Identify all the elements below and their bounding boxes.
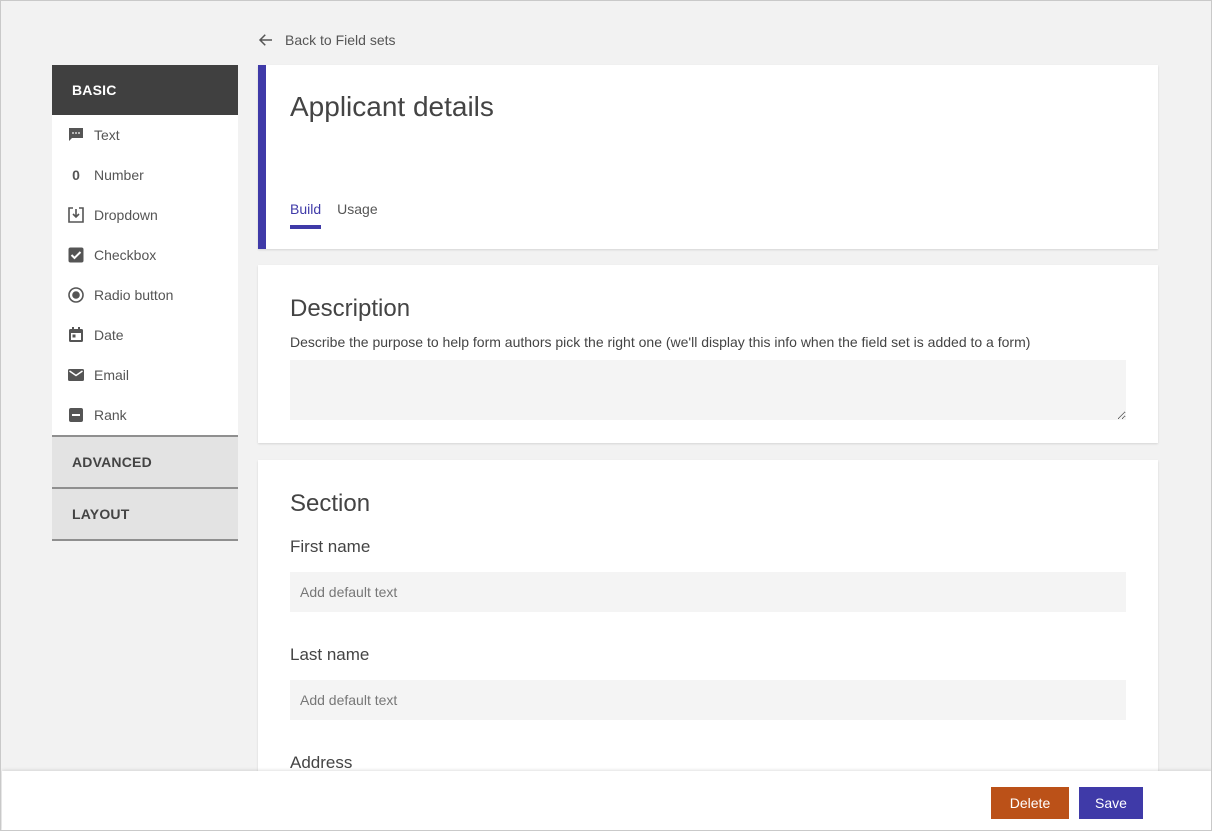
- field-item-text[interactable]: Text: [52, 115, 238, 155]
- calendar-icon: [67, 326, 85, 344]
- category-advanced[interactable]: ADVANCED: [52, 437, 238, 489]
- back-to-field-sets-link[interactable]: Back to Field sets: [257, 30, 396, 50]
- field-item-label: Date: [94, 327, 124, 343]
- save-button[interactable]: Save: [1079, 787, 1143, 819]
- page-title: Applicant details: [290, 91, 494, 122]
- basic-field-list: Text 0 Number Dropdown Checkbox Radio bu…: [52, 115, 238, 437]
- field-item-number[interactable]: 0 Number: [52, 155, 238, 195]
- description-help-text: Describe the purpose to help form author…: [290, 334, 1031, 350]
- last-name-default-input[interactable]: [290, 680, 1126, 720]
- first-name-label: First name: [290, 537, 371, 556]
- field-set-header-card: Applicant details Build Usage: [258, 65, 1158, 249]
- field-item-label: Text: [94, 127, 120, 143]
- email-icon: [67, 366, 85, 384]
- field-item-label: Checkbox: [94, 247, 157, 263]
- tab-usage[interactable]: Usage: [337, 201, 377, 229]
- description-input[interactable]: [290, 360, 1126, 420]
- description-card: Description Describe the purpose to help…: [258, 265, 1158, 443]
- last-name-label: Last name: [290, 645, 370, 664]
- field-item-date[interactable]: Date: [52, 315, 238, 355]
- field-item-label: Dropdown: [94, 207, 158, 223]
- radio-button-icon: [67, 286, 85, 304]
- field-item-label: Radio button: [94, 287, 174, 303]
- field-type-sidebar: BASIC Text 0 Number Dropdown Checkbox Ra…: [52, 65, 238, 541]
- field-item-radio-button[interactable]: Radio button: [52, 275, 238, 315]
- category-basic[interactable]: BASIC: [52, 65, 238, 115]
- first-name-default-input[interactable]: [290, 572, 1126, 612]
- delete-button[interactable]: Delete: [991, 787, 1069, 819]
- rank-icon: [67, 406, 85, 424]
- back-link-label: Back to Field sets: [285, 32, 396, 48]
- number-icon: 0: [72, 167, 80, 183]
- tab-build[interactable]: Build: [290, 201, 322, 229]
- field-item-label: Email: [94, 367, 130, 383]
- field-item-rank[interactable]: Rank: [52, 395, 238, 435]
- field-item-dropdown[interactable]: Dropdown: [52, 195, 238, 235]
- field-item-label: Rank: [94, 407, 127, 423]
- action-footer: Delete Save: [2, 771, 1211, 830]
- app-frame: Back to Field sets BASIC Text 0 Number D…: [0, 0, 1212, 831]
- category-layout[interactable]: LAYOUT: [52, 489, 238, 541]
- field-item-email[interactable]: Email: [52, 355, 238, 395]
- field-item-checkbox[interactable]: Checkbox: [52, 235, 238, 275]
- arrow-left-icon: [258, 34, 272, 46]
- text-field-icon: [67, 126, 85, 144]
- address-label: Address: [290, 753, 353, 772]
- checkbox-icon: [67, 246, 85, 264]
- section-heading: Section: [290, 490, 371, 517]
- dropdown-icon: [67, 206, 85, 224]
- field-item-label: Number: [94, 167, 144, 183]
- description-heading: Description: [290, 295, 411, 322]
- tab-bar: Build Usage: [290, 201, 378, 229]
